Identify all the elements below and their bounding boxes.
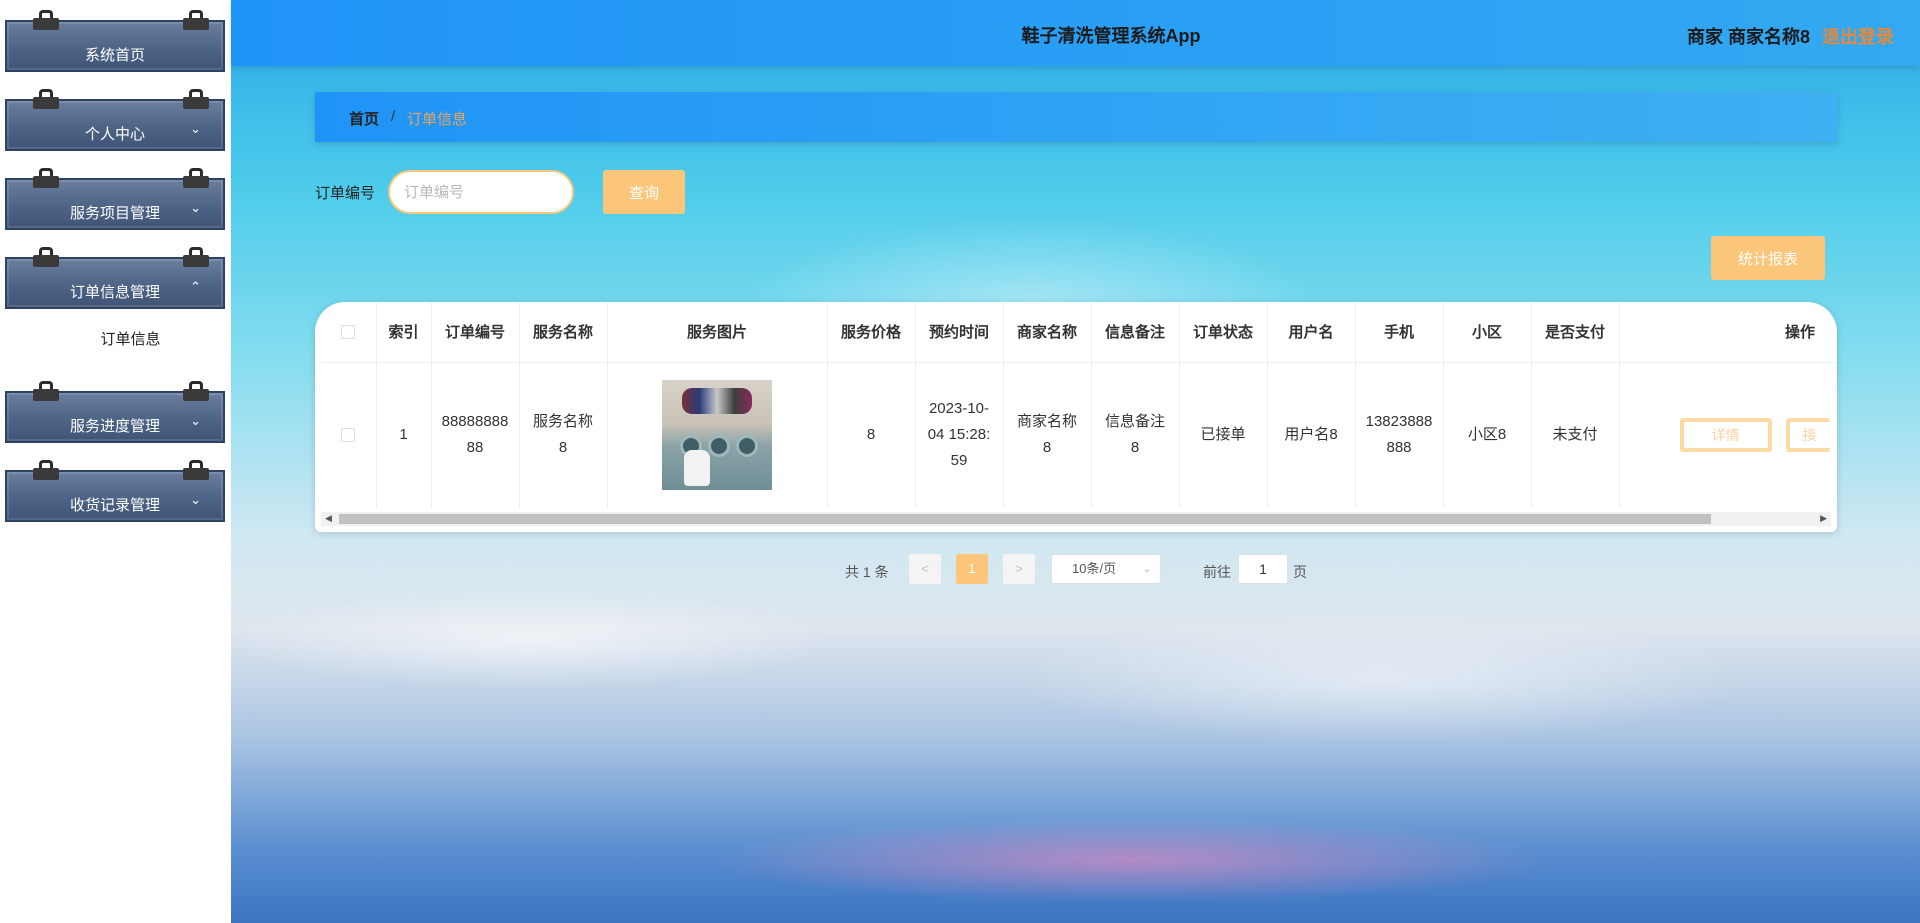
search-label: 订单编号 [315,185,376,202]
sidebar-item-home[interactable]: 系统首页 [5,10,225,72]
chevron-down-icon: ⌄ [1142,563,1152,575]
binder-clip-icon [33,89,59,109]
cell-index: 1 [376,362,432,508]
breadcrumb-separator: / [391,108,396,125]
select-all-checkbox[interactable] [341,325,356,340]
sidebar: 系统首页 个人中心 ⌄ 服务项目管理 ⌄ 订单信息管理 ⌃ 订单信息 服务进度管… [0,0,231,923]
app-title: 鞋子清洗管理系统App [1021,26,1201,46]
cell-order-no: 8888888888 [431,362,520,508]
next-page-button[interactable]: > [1003,554,1035,584]
column-header: 商家名称 [1003,302,1092,363]
binder-clip-icon [33,460,59,480]
column-header: 是否支付 [1531,302,1620,363]
page-size-value: 10条/页 [1072,561,1117,576]
cell-price: 8 [827,362,916,508]
scrollbar-thumb[interactable] [339,514,1711,524]
binder-clip-icon [183,10,209,30]
cell-service-image [607,362,828,508]
sidebar-item-service-management[interactable]: 服务项目管理 ⌄ [5,168,225,230]
service-image [662,380,772,491]
chevron-down-icon: ⌄ [190,413,201,428]
order-number-input[interactable] [388,170,574,214]
main-content: 鞋子清洗管理系统App 商家 商家名称8 退出登录 首页 / 订单信息 订单编号… [231,0,1920,923]
select-all-checkbox-cell[interactable] [321,302,377,363]
column-header: 小区 [1443,302,1532,363]
binder-clip-icon [183,168,209,188]
horizontal-scrollbar[interactable]: ◀ ▶ [321,512,1831,526]
accept-button[interactable]: 接 [1785,418,1830,453]
chevron-up-icon: ⌃ [190,279,201,294]
query-button[interactable]: 查询 [603,170,685,214]
scroll-right-arrow-icon[interactable]: ▶ [1820,513,1827,524]
cell-paid: 未支付 [1531,362,1620,508]
binder-clip-icon [183,89,209,109]
column-header: 预约时间 [915,302,1004,363]
breadcrumb-current: 订单信息 [407,111,468,128]
breadcrumb-home[interactable]: 首页 [349,108,379,129]
pagination: 共 1 条 < 1 > 10条/页 ⌄ 前往 页 [231,554,1920,586]
cell-remark: 信息备注8 [1091,362,1180,508]
binder-clip-icon [33,381,59,401]
binder-clip-icon [33,10,59,30]
user-info: 商家 商家名称8 [1686,27,1810,47]
column-header: 服务价格 [827,302,916,363]
cell-status: 已接单 [1179,362,1268,508]
page-size-select[interactable]: 10条/页 ⌄ [1051,554,1161,584]
column-header: 服务名称 [519,302,608,363]
column-header: 索引 [376,302,432,363]
column-header: 订单状态 [1179,302,1268,363]
order-table: 索引 订单编号 服务名称 服务图片 服务价格 预约时间 商家名称 信息备注 订单… [315,302,1837,532]
goto-label: 前往 [1203,564,1231,580]
column-header: 信息备注 [1091,302,1180,363]
column-header: 操作 [1619,302,1835,363]
pagination-total: 共 1 条 [845,564,889,580]
binder-clip-icon [33,247,59,267]
chevron-down-icon: ⌄ [190,121,201,136]
column-header: 用户名 [1267,302,1356,363]
goto-unit-label: 页 [1293,564,1307,580]
column-header: 服务图片 [607,302,828,363]
binder-clip-icon [183,460,209,480]
sidebar-item-personal-center[interactable]: 个人中心 ⌄ [5,89,225,151]
detail-button[interactable]: 详情 [1679,418,1772,453]
sidebar-item-receipt-management[interactable]: 收货记录管理 ⌄ [5,460,225,522]
top-bar: 鞋子清洗管理系统App 商家 商家名称8 退出登录 [231,0,1920,66]
cell-merchant: 商家名称8 [1003,362,1092,508]
binder-clip-icon [183,247,209,267]
cell-appointment: 2023-10-04 15:28:59 [915,362,1004,508]
column-header: 手机 [1355,302,1444,363]
goto-page-input[interactable] [1238,554,1288,584]
breadcrumb: 首页 / 订单信息 [315,92,1837,142]
stats-report-button[interactable]: 统计报表 [1711,236,1825,280]
column-header: 订单编号 [431,302,520,363]
cell-phone: 13823888888 [1355,362,1444,508]
page-number-button[interactable]: 1 [956,554,988,584]
sidebar-item-label: 系统首页 [84,47,145,64]
sidebar-subitem-order-info[interactable]: 订单信息 [0,328,231,349]
chevron-down-icon: ⌄ [190,200,201,215]
cell-service-name: 服务名称8 [519,362,608,508]
cell-actions: 详情 接 [1619,362,1835,508]
binder-clip-icon [183,381,209,401]
cell-username: 用户名8 [1267,362,1356,508]
binder-clip-icon [33,168,59,188]
logout-link[interactable]: 退出登录 [1822,23,1894,49]
cell-community: 小区8 [1443,362,1532,508]
chevron-down-icon: ⌄ [190,492,201,507]
table-header-row: 索引 订单编号 服务名称 服务图片 服务价格 预约时间 商家名称 信息备注 订单… [321,302,1835,363]
sidebar-item-order-management[interactable]: 订单信息管理 ⌃ [5,247,225,309]
table-row: 1 8888888888 服务名称8 8 2023-10-04 15:28:59… [321,362,1835,508]
scroll-left-arrow-icon[interactable]: ◀ [325,513,332,524]
row-checkbox-cell[interactable] [321,362,377,508]
row-checkbox[interactable] [341,428,356,443]
prev-page-button[interactable]: < [909,554,941,584]
sidebar-item-progress-management[interactable]: 服务进度管理 ⌄ [5,381,225,443]
